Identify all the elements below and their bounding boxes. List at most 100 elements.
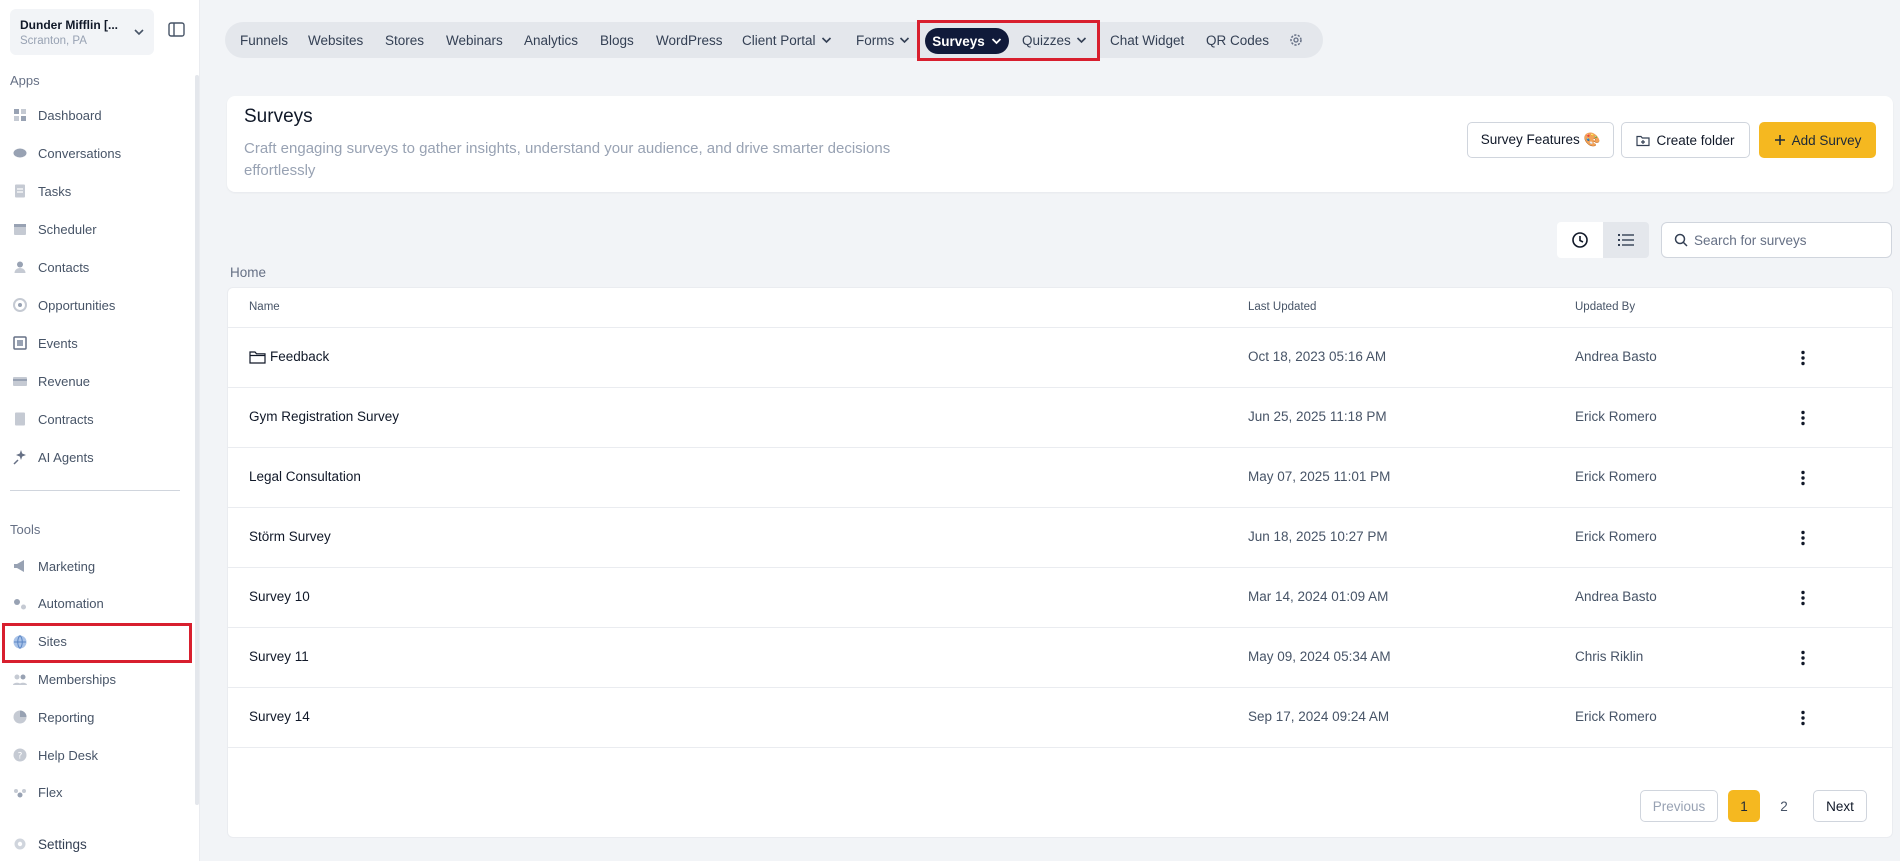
- survey-name-text: Gym Registration Survey: [249, 409, 400, 424]
- row-actions-menu[interactable]: [1795, 648, 1811, 668]
- help-icon: ?: [12, 747, 28, 763]
- table-row[interactable]: Survey 10 Mar 14, 2024 01:09 AM Andrea Bas…: [228, 568, 1892, 628]
- column-header-name[interactable]: Name: [249, 301, 280, 313]
- page-1-button[interactable]: 1: [1728, 790, 1760, 822]
- automation-icon: [12, 596, 28, 612]
- tab-label: Chat Widget: [1110, 32, 1185, 48]
- add-survey-button[interactable]: Add Survey: [1759, 122, 1876, 158]
- last-updated: Mar 14, 2024 01:09 AM: [1248, 589, 1389, 604]
- sidebar-scrollbar[interactable]: [195, 75, 199, 805]
- survey-name[interactable]: Feedback: [249, 349, 329, 364]
- breadcrumb[interactable]: Home: [230, 265, 266, 280]
- sidebar-item-automation[interactable]: Automation: [12, 591, 104, 617]
- updated-by: Erick Romero: [1575, 529, 1657, 544]
- page-description: Craft engaging surveys to gather insight…: [244, 140, 891, 179]
- tab-webinars[interactable]: Webinars: [446, 22, 503, 58]
- list-view-button[interactable]: [1603, 222, 1649, 258]
- table-body: Feedback Oct 18, 2023 05:16 AM Andrea Bast…: [228, 328, 1892, 764]
- create-folder-label: Create folder: [1656, 132, 1735, 148]
- table-row[interactable]: Survey 14 Sep 17, 2024 09:24 AM Erick Rome…: [228, 688, 1892, 748]
- svg-text:?: ?: [18, 752, 23, 762]
- sites-highlight-box: [2, 623, 192, 663]
- more-vertical-icon: [1801, 650, 1805, 666]
- tab-stores[interactable]: Stores: [385, 22, 424, 58]
- more-vertical-icon: [1801, 530, 1805, 546]
- column-header-updated-by[interactable]: Updated By: [1575, 301, 1635, 313]
- survey-name-text: Legal Consultation: [249, 469, 361, 484]
- memberships-icon: [12, 671, 28, 687]
- table-row[interactable]: Survey 11 May 09, 2024 05:34 AM Chris Rikl…: [228, 628, 1892, 688]
- recent-view-button[interactable]: [1557, 222, 1603, 258]
- tab-analytics[interactable]: Analytics: [524, 22, 578, 58]
- tab-label: Webinars: [446, 32, 503, 48]
- survey-name[interactable]: Survey 11: [249, 649, 309, 664]
- column-header-last-updated[interactable]: Last Updated: [1248, 301, 1316, 313]
- sidebar-item-settings[interactable]: Settings: [12, 836, 87, 852]
- tab-label: Client Portal: [742, 32, 816, 48]
- row-actions-menu[interactable]: [1795, 468, 1811, 488]
- survey-name[interactable]: Survey 14: [249, 709, 310, 724]
- tab-label: QR Codes: [1206, 32, 1270, 48]
- row-actions-menu[interactable]: [1795, 708, 1811, 728]
- last-updated: Jun 25, 2025 11:18 PM: [1248, 409, 1387, 424]
- updated-by: Erick Romero: [1575, 469, 1657, 484]
- sidebar-item-help-desk[interactable]: ? Help Desk: [12, 742, 98, 768]
- row-actions-menu[interactable]: [1795, 588, 1811, 608]
- survey-name[interactable]: Störm Survey: [249, 529, 331, 544]
- tab-chat-widget[interactable]: Chat Widget: [1110, 22, 1184, 58]
- survey-name[interactable]: Survey 10: [249, 589, 310, 604]
- tab-label: Funnels: [240, 32, 289, 48]
- last-updated: May 07, 2025 11:01 PM: [1248, 469, 1391, 484]
- flex-icon: [12, 785, 28, 801]
- table-row[interactable]: Legal Consultation May 07, 2025 11:01 PM E…: [228, 448, 1892, 508]
- tab-label: Forms: [856, 32, 895, 48]
- updated-by: Erick Romero: [1575, 409, 1657, 424]
- surveys-quizzes-highlight-box: [917, 20, 1100, 61]
- survey-features-button[interactable]: Survey Features 🎨: [1467, 122, 1614, 158]
- survey-name-text: Survey 14: [249, 709, 310, 724]
- sidebar-item-flex[interactable]: Flex: [12, 780, 63, 806]
- survey-name[interactable]: Gym Registration Survey: [249, 409, 399, 424]
- tab-blogs[interactable]: Blogs: [600, 22, 634, 58]
- table-row[interactable]: Gym Registration Survey Jun 25, 2025 11:1…: [228, 388, 1892, 448]
- sidebar-item-label: Reporting: [38, 709, 95, 725]
- table-row[interactable]: Survey 15Oct 05, 2024 05:58 AMErick Rome…: [228, 748, 1892, 764]
- sidebar-item-label: Help Desk: [38, 747, 98, 763]
- create-folder-button[interactable]: Create folder: [1621, 122, 1750, 158]
- row-actions-menu[interactable]: [1795, 528, 1811, 548]
- tab-wordpress[interactable]: WordPress: [656, 22, 723, 58]
- sidebar-item-memberships[interactable]: Memberships: [12, 666, 116, 692]
- gear-icon: [14, 838, 26, 850]
- sidebar-item-conversation[interactable]: Conversation...: [12, 818, 125, 822]
- tab-funnels[interactable]: Funnels: [240, 22, 288, 58]
- sidebar: Dunder Mifflin [... Scranton, PA Apps Da…: [0, 0, 200, 861]
- survey-name-text: Feedback: [270, 349, 330, 364]
- row-actions-menu[interactable]: [1795, 408, 1811, 428]
- table-row[interactable]: Störm Survey Jun 18, 2025 10:27 PM Erick R…: [228, 508, 1892, 568]
- topnav-settings-button[interactable]: [1288, 22, 1304, 58]
- next-page-button[interactable]: Next: [1813, 790, 1867, 822]
- tab-qr-codes[interactable]: QR Codes: [1206, 22, 1269, 58]
- page-2-button[interactable]: 2: [1768, 790, 1800, 822]
- more-vertical-icon: [1801, 710, 1805, 726]
- search-input[interactable]: [1694, 232, 1884, 248]
- sidebar-item-label: Flex: [38, 785, 63, 801]
- tab-forms[interactable]: Forms: [856, 22, 910, 58]
- tab-label: Websites: [308, 32, 364, 48]
- folder-row[interactable]: Feedback Oct 18, 2023 05:16 AM Andrea Bast…: [228, 328, 1892, 388]
- sidebar-item-marketing[interactable]: Marketing: [12, 553, 95, 579]
- row-actions-menu[interactable]: [1795, 348, 1811, 368]
- updated-by: Andrea Basto: [1575, 589, 1657, 604]
- survey-name-text: Survey 10: [249, 589, 310, 604]
- previous-page-button[interactable]: Previous: [1640, 790, 1718, 822]
- last-updated: Oct 18, 2023 05:16 AM: [1248, 349, 1387, 364]
- survey-name-text: Störm Survey: [249, 529, 331, 544]
- more-vertical-icon: [1801, 410, 1805, 426]
- survey-name-text: Survey 11: [249, 649, 309, 664]
- search-icon: [1674, 233, 1688, 247]
- tab-websites[interactable]: Websites: [308, 22, 363, 58]
- survey-name[interactable]: Legal Consultation: [249, 469, 361, 484]
- sidebar-item-reporting[interactable]: Reporting: [12, 704, 94, 730]
- updated-by: Andrea Basto: [1575, 349, 1657, 364]
- tab-client-portal[interactable]: Client Portal: [742, 22, 832, 58]
